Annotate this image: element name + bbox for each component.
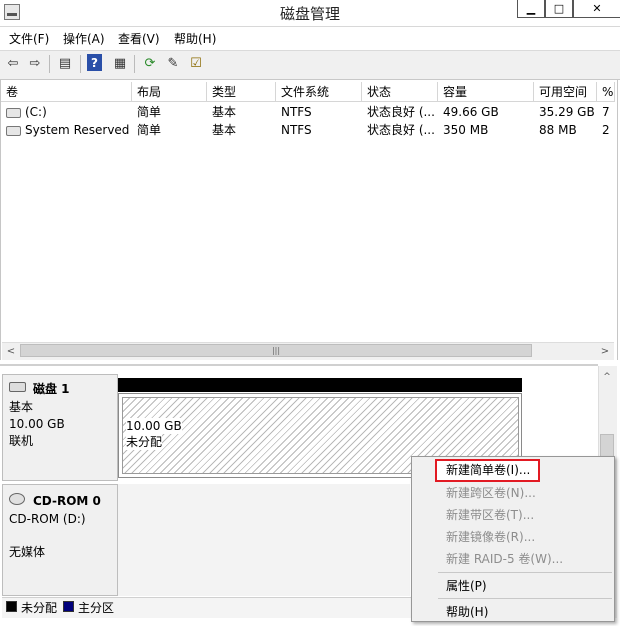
context-menu-separator — [438, 598, 612, 599]
partition-size: 10.00 GB — [126, 418, 182, 434]
cell-status: 状态良好 (... — [367, 105, 435, 119]
column-header-volume[interactable]: 卷 — [1, 82, 132, 102]
legend-swatch-primary — [63, 601, 74, 612]
scroll-right-icon[interactable]: > — [598, 344, 612, 358]
cell-percent-free: 2 — [602, 123, 610, 137]
toolbar-separator — [134, 55, 135, 73]
column-header-free-space[interactable]: 可用空间 — [534, 82, 597, 102]
cell-status: 状态良好 (... — [367, 123, 435, 137]
disk-1-type: 基本 — [9, 400, 34, 414]
unallocated-color-bar — [118, 378, 522, 392]
cdrom-0-type: CD-ROM (D:) — [9, 512, 86, 526]
volume-name: (C:) — [25, 105, 47, 119]
scroll-up-icon[interactable]: ^ — [600, 370, 614, 384]
cell-free-space: 35.29 GB — [539, 105, 595, 119]
legend-swatch-unallocated — [6, 601, 17, 612]
disk-1-size: 10.00 GB — [9, 417, 65, 431]
menu-item-new-simple-volume[interactable]: 新建简单卷(I)... — [446, 461, 530, 479]
cell-type: 基本 — [212, 105, 237, 119]
cell-layout: 简单 — [137, 123, 162, 137]
disk-1-name: 磁盘 1 — [33, 382, 70, 396]
cell-percent-free: 7 — [602, 105, 610, 119]
menu-item-new-raid5-volume[interactable]: 新建 RAID-5 卷(W)... — [446, 550, 563, 568]
properties-icon[interactable]: ▦ — [110, 53, 130, 73]
menu-item-new-mirrored-volume[interactable]: 新建镜像卷(R)... — [446, 528, 535, 546]
help-icon[interactable]: ? — [87, 54, 102, 71]
menu-item-help[interactable]: 帮助(H) — [446, 603, 488, 621]
column-header-type[interactable]: 类型 — [207, 82, 276, 102]
menu-item-new-striped-volume[interactable]: 新建带区卷(T)... — [446, 506, 534, 524]
cell-volume: (C:) — [1, 103, 132, 121]
partition-state: 未分配 — [126, 434, 163, 450]
table-row[interactable]: (C:) 简单 基本 NTFS 状态良好 (... 49.66 GB 35.29… — [1, 103, 615, 121]
maximize-button[interactable]: □ — [545, 0, 573, 18]
close-button[interactable]: ✕ — [573, 0, 620, 18]
cell-type: 基本 — [212, 123, 237, 137]
column-header-percent-free[interactable]: % — [597, 82, 615, 102]
menu-item-new-spanned-volume[interactable]: 新建跨区卷(N)... — [446, 484, 536, 502]
cell-capacity: 350 MB — [443, 123, 489, 137]
volume-name: System Reserved — [25, 123, 130, 137]
show-hide-console-tree-icon[interactable]: ▤ — [55, 53, 75, 73]
scroll-left-icon[interactable]: < — [4, 344, 18, 358]
cell-filesystem: NTFS — [281, 105, 312, 119]
column-header-capacity[interactable]: 容量 — [438, 82, 534, 102]
context-menu-separator — [438, 572, 612, 573]
disk-1-status: 联机 — [9, 434, 34, 448]
toolbar-separator — [80, 55, 81, 73]
menu-action[interactable]: 操作(A) — [63, 30, 105, 47]
settings-icon[interactable]: ☑ — [186, 53, 206, 73]
cell-capacity: 49.66 GB — [443, 105, 499, 119]
cell-volume: System Reserved — [1, 121, 132, 139]
drive-icon — [6, 125, 21, 136]
toolbar-separator — [49, 55, 50, 73]
cd-rom-icon — [9, 493, 25, 505]
drive-icon — [6, 107, 21, 118]
forward-arrow-icon[interactable]: ⇨ — [25, 53, 45, 73]
back-arrow-icon[interactable]: ⇦ — [3, 53, 23, 73]
menu-view[interactable]: 查看(V) — [118, 30, 160, 47]
cdrom-0-media: 无媒体 — [9, 545, 46, 559]
cdrom-0-name: CD-ROM 0 — [33, 494, 101, 508]
horizontal-scroll-thumb[interactable]: ||| — [20, 344, 532, 357]
column-header-status[interactable]: 状态 — [362, 82, 438, 102]
menu-item-properties[interactable]: 属性(P) — [446, 577, 487, 595]
cell-layout: 简单 — [137, 105, 162, 119]
disk-icon — [9, 382, 26, 392]
legend-label-primary: 主分区 — [78, 601, 115, 615]
column-header-filesystem[interactable]: 文件系统 — [276, 82, 362, 102]
cell-free-space: 88 MB — [539, 123, 577, 137]
cell-filesystem: NTFS — [281, 123, 312, 137]
table-row[interactable]: System Reserved 简单 基本 NTFS 状态良好 (... 350… — [1, 121, 615, 139]
minimize-button[interactable]: ▁ — [517, 0, 545, 18]
refresh-icon[interactable]: ⟳ — [140, 53, 160, 73]
column-header-layout[interactable]: 布局 — [132, 82, 207, 102]
rescan-disks-icon[interactable]: ✎ — [163, 53, 183, 73]
menu-file[interactable]: 文件(F) — [9, 30, 49, 47]
cdrom-region[interactable] — [118, 484, 410, 596]
menu-help[interactable]: 帮助(H) — [174, 30, 216, 47]
legend-label-unallocated: 未分配 — [21, 601, 58, 615]
